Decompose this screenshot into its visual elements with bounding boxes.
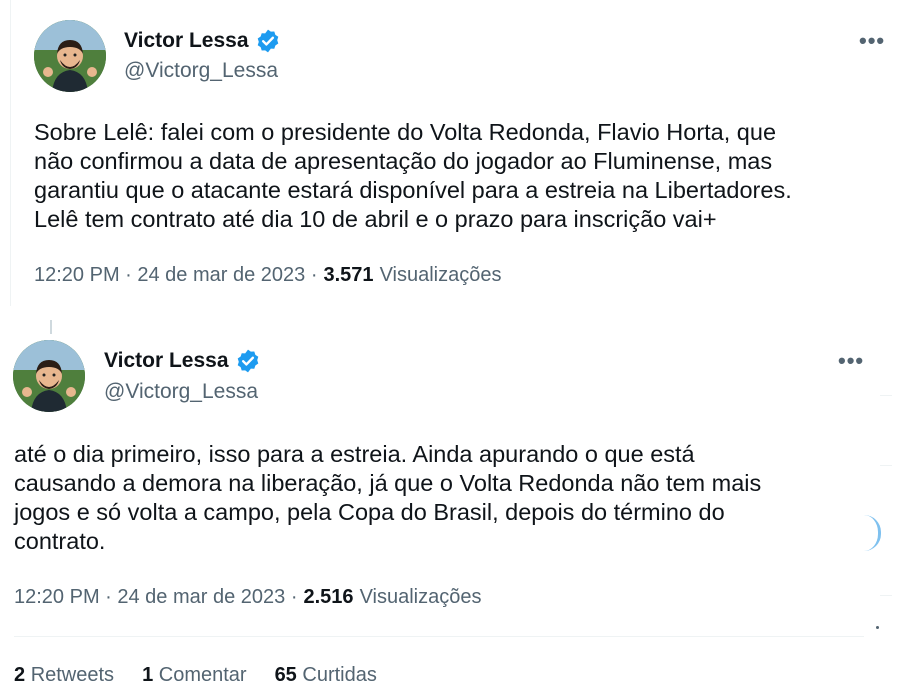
tweet-timestamp[interactable]: 12:20 PM · 24 de mar de 2023 · xyxy=(14,586,298,609)
views-count: 2.516 xyxy=(303,586,354,608)
views-count: 3.571 xyxy=(323,264,374,286)
author-name[interactable]: Victor Lessa xyxy=(124,29,249,53)
retweets-label: Retweets xyxy=(30,664,115,686)
engagement-stats: 2 Retweets 1 Comentar 65 Curtidas xyxy=(14,664,377,687)
tweet-meta: 12:20 PM · 24 de mar de 2023 · 3.571 Vis… xyxy=(34,264,502,287)
tweet-2[interactable]: Victor Lessa @Victorg_Lessa ••• até o di… xyxy=(0,318,897,648)
comments-stat[interactable]: 1 Comentar xyxy=(142,664,247,687)
divider xyxy=(14,636,864,637)
tweet-1[interactable]: Victor Lessa @Victorg_Lessa ••• Sobre Le… xyxy=(0,0,897,312)
avatar[interactable] xyxy=(13,340,85,412)
views-label: Visualizações xyxy=(379,264,502,286)
comments-label: Comentar xyxy=(158,664,247,686)
edge-tick xyxy=(880,595,892,596)
more-options-icon[interactable]: ••• xyxy=(838,348,864,374)
tweet-text: até o dia primeiro, isso para a estreia.… xyxy=(14,441,762,554)
verified-badge-icon xyxy=(235,348,261,374)
tweet-meta: 12:20 PM · 24 de mar de 2023 · 2.516 Vis… xyxy=(14,586,482,609)
edge-tick xyxy=(880,465,892,466)
left-border xyxy=(10,0,11,306)
tweet-text: Sobre Lelê: falei com o presidente do Vo… xyxy=(34,119,792,232)
retweets-stat[interactable]: 2 Retweets xyxy=(14,664,114,687)
edge-dot xyxy=(876,626,879,629)
author-handle[interactable]: @Victorg_Lessa xyxy=(124,59,278,83)
author-name[interactable]: Victor Lessa xyxy=(104,349,229,373)
likes-count: 65 xyxy=(274,664,297,686)
author-handle[interactable]: @Victorg_Lessa xyxy=(104,380,258,404)
edge-tick xyxy=(880,395,892,396)
views-label: Visualizações xyxy=(359,586,482,608)
likes-label: Curtidas xyxy=(302,664,377,686)
author-row: Victor Lessa xyxy=(104,348,261,374)
comments-count: 1 xyxy=(142,664,154,686)
avatar[interactable] xyxy=(34,20,106,92)
author-row: Victor Lessa xyxy=(124,28,281,54)
tweet-timestamp[interactable]: 12:20 PM · 24 de mar de 2023 · xyxy=(34,264,318,287)
verified-badge-icon xyxy=(255,28,281,54)
retweets-count: 2 xyxy=(14,664,26,686)
likes-stat[interactable]: 65 Curtidas xyxy=(275,664,377,687)
more-options-icon[interactable]: ••• xyxy=(859,28,885,54)
